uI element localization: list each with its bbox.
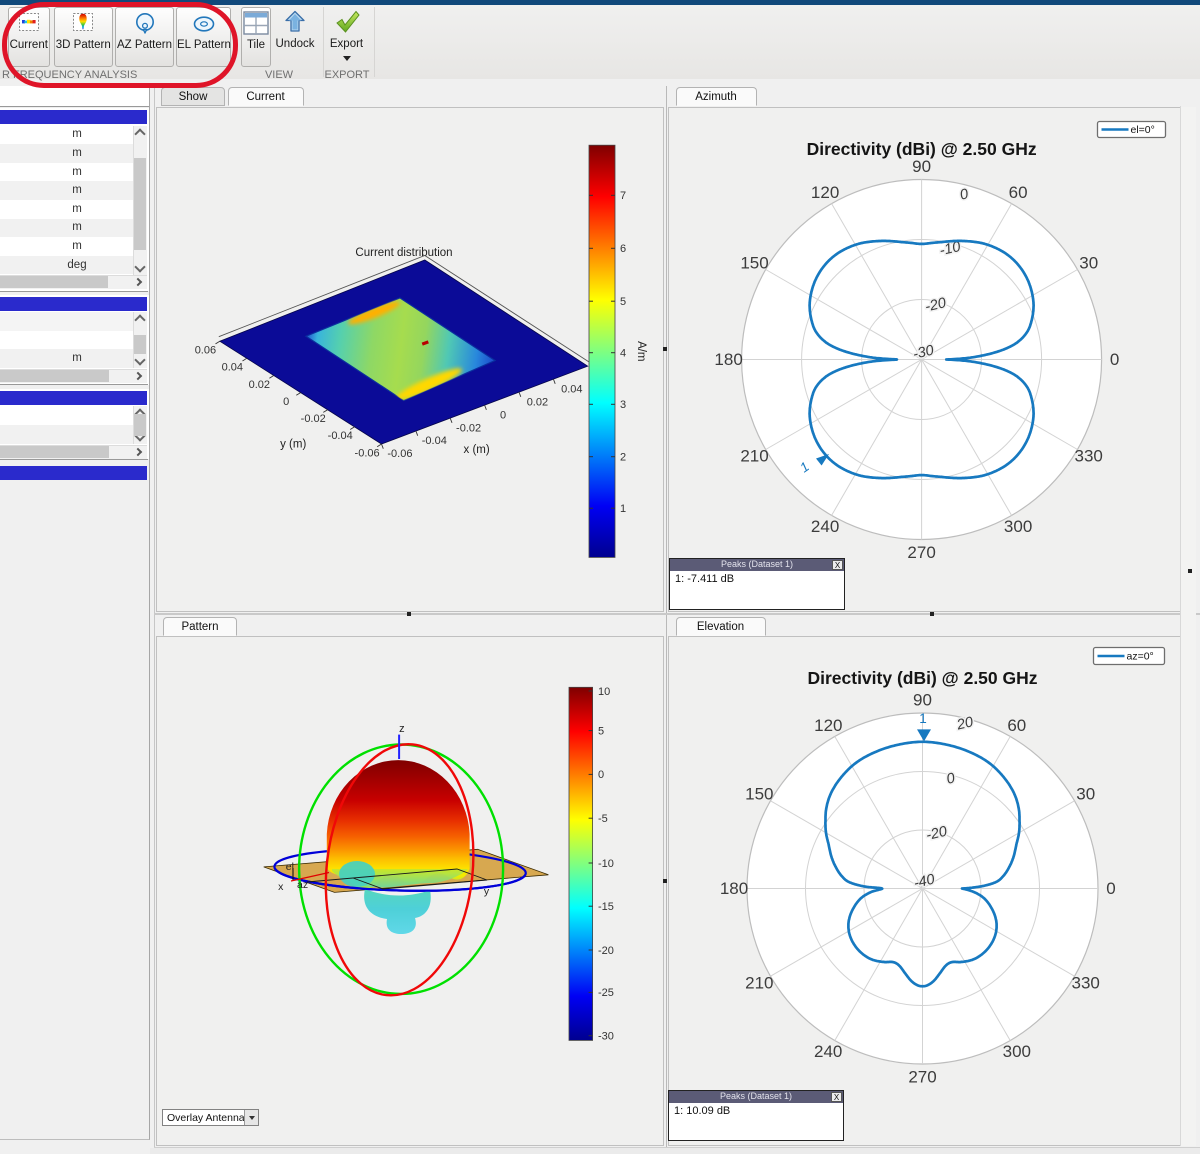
svg-text:210: 210: [745, 973, 773, 992]
svg-text:-10: -10: [598, 857, 614, 869]
svg-text:-15: -15: [598, 901, 614, 913]
svg-text:Directivity (dBi) @ 2.50 GHz: Directivity (dBi) @ 2.50 GHz: [807, 668, 1037, 688]
svg-text:7: 7: [620, 190, 626, 202]
svg-text:0.02: 0.02: [248, 378, 269, 390]
svg-text:-0.06: -0.06: [387, 448, 412, 460]
svg-text:y: y: [483, 885, 489, 897]
svg-text:330: 330: [1074, 446, 1102, 465]
svg-text:0: 0: [1109, 350, 1118, 369]
svg-text:5: 5: [598, 725, 604, 737]
svg-text:0.06: 0.06: [194, 344, 215, 356]
svg-text:270: 270: [908, 1067, 936, 1086]
svg-text:-30: -30: [598, 1030, 614, 1042]
svg-text:5: 5: [620, 296, 626, 308]
svg-text:120: 120: [814, 715, 842, 734]
svg-text:1: 1: [620, 503, 626, 515]
svg-text:30: 30: [1079, 253, 1098, 272]
svg-text:1: 1: [919, 711, 927, 726]
svg-text:0: 0: [1106, 879, 1115, 898]
svg-text:300: 300: [1002, 1042, 1030, 1061]
svg-text:4: 4: [620, 347, 626, 359]
svg-text:A/m: A/m: [635, 341, 647, 361]
svg-text:2: 2: [620, 451, 626, 463]
svg-text:240: 240: [814, 1042, 842, 1061]
svg-text:0.02: 0.02: [526, 396, 547, 408]
svg-text:0: 0: [499, 409, 505, 421]
svg-text:300: 300: [1003, 517, 1031, 536]
svg-text:30: 30: [1076, 784, 1095, 803]
svg-text:Directivity (dBi) @ 2.50 GHz: Directivity (dBi) @ 2.50 GHz: [806, 139, 1036, 159]
svg-text:150: 150: [740, 253, 768, 272]
svg-text:180: 180: [719, 879, 747, 898]
svg-text:90: 90: [913, 690, 932, 709]
svg-text:0: 0: [283, 396, 289, 408]
svg-text:-5: -5: [598, 813, 608, 825]
svg-text:-0.04: -0.04: [421, 435, 446, 447]
svg-text:150: 150: [745, 784, 773, 803]
svg-text:0.04: 0.04: [561, 383, 582, 395]
svg-text:0.04: 0.04: [221, 361, 242, 373]
svg-text:6: 6: [620, 243, 626, 255]
svg-text:270: 270: [907, 543, 935, 562]
svg-text:180: 180: [714, 350, 742, 369]
svg-text:210: 210: [740, 446, 768, 465]
svg-text:240: 240: [810, 517, 838, 536]
svg-text:x: x: [278, 881, 284, 893]
svg-text:-20: -20: [598, 944, 614, 956]
svg-text:330: 330: [1071, 973, 1099, 992]
svg-text:x (m): x (m): [463, 444, 489, 456]
svg-text:az: az: [297, 878, 308, 890]
svg-text:az=0°: az=0°: [1126, 650, 1153, 662]
svg-text:y (m): y (m): [280, 438, 306, 450]
svg-text:90: 90: [912, 157, 931, 176]
svg-text:-0.06: -0.06: [354, 447, 379, 459]
svg-text:z: z: [399, 723, 405, 735]
svg-text:-0.04: -0.04: [327, 430, 352, 442]
svg-text:120: 120: [810, 182, 838, 201]
svg-text:60: 60: [1008, 182, 1027, 201]
svg-text:-0.02: -0.02: [456, 422, 481, 434]
svg-text:10: 10: [598, 685, 610, 697]
svg-text:-25: -25: [598, 987, 614, 999]
svg-text:-0.02: -0.02: [300, 413, 325, 425]
svg-text:el: el: [285, 861, 293, 873]
svg-text:Current distribution: Current distribution: [355, 247, 452, 259]
svg-text:el=0°: el=0°: [1130, 124, 1154, 136]
svg-text:3: 3: [620, 399, 626, 411]
svg-text:60: 60: [1007, 715, 1026, 734]
svg-text:0: 0: [598, 769, 604, 781]
